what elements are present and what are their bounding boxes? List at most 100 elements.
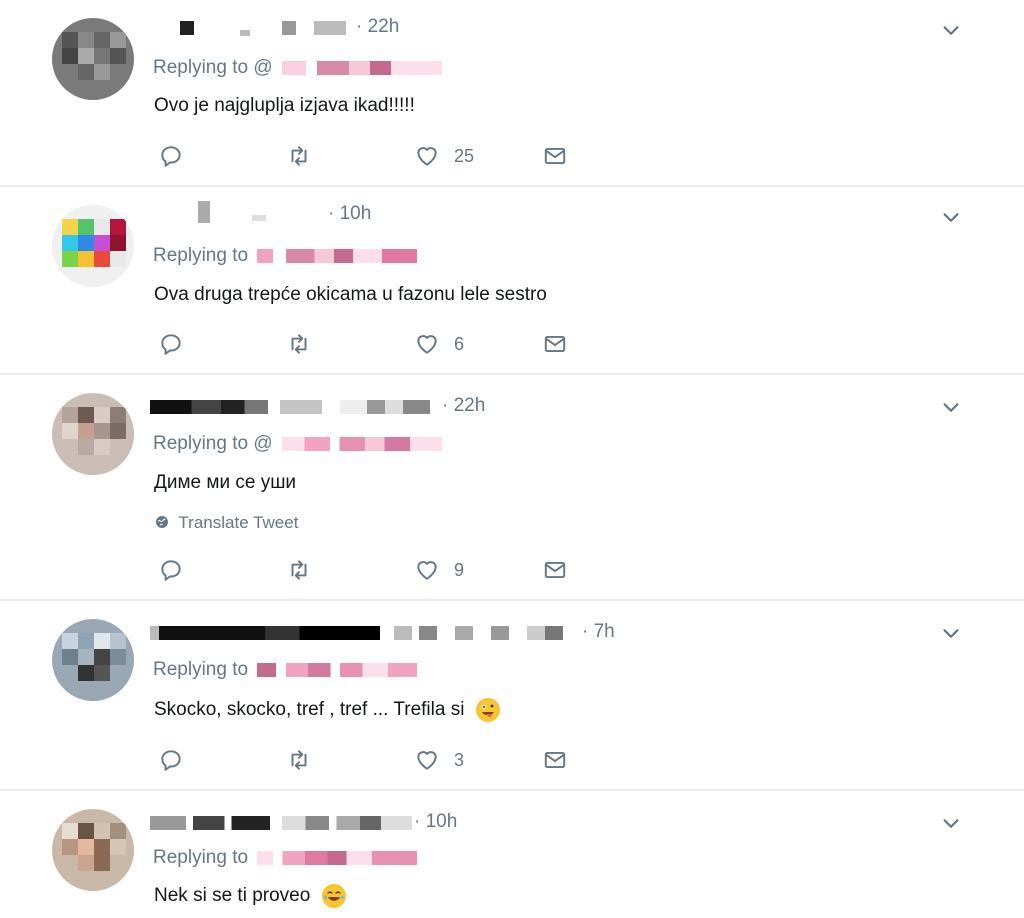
globe-icon xyxy=(156,516,168,528)
reply-handle-prefix[interactable]: @ xyxy=(253,57,272,78)
retweet-button[interactable] xyxy=(286,746,312,774)
message-button[interactable] xyxy=(542,142,568,170)
redacted-handle xyxy=(394,626,574,640)
reply-button[interactable] xyxy=(158,142,184,170)
replying-label: Replying to xyxy=(153,57,249,78)
tweet-header: · 22h xyxy=(150,395,510,417)
tweet-text: Диме ми се уши xyxy=(154,472,297,493)
redacted-name[interactable] xyxy=(180,21,194,35)
like-count: 25 xyxy=(454,145,475,166)
reply-handle-prefix[interactable]: @ xyxy=(253,433,272,454)
heart-icon xyxy=(417,147,437,166)
retweet-button[interactable] xyxy=(286,556,312,584)
like-button[interactable]: 25 xyxy=(414,142,474,170)
tears-of-joy-emoji-icon xyxy=(321,884,346,908)
replying-label: Replying to xyxy=(153,245,249,266)
redacted-handle xyxy=(340,400,430,414)
reply-button[interactable] xyxy=(158,746,184,774)
redacted-reply-handle[interactable] xyxy=(257,662,418,677)
replying-to: Replying to @ xyxy=(153,433,442,455)
reply-button[interactable] xyxy=(158,556,184,584)
avatar[interactable] xyxy=(52,205,134,287)
tweet[interactable]: · 22h Replying to @ Ovo je najgluplja iz… xyxy=(0,0,1024,185)
envelope-icon xyxy=(544,561,566,579)
replying-to: Replying to xyxy=(153,847,418,869)
redacted-reply-handle[interactable] xyxy=(257,248,418,263)
redacted-name[interactable] xyxy=(150,400,268,414)
redacted-name[interactable] xyxy=(150,626,380,640)
tweet-actions: 3 xyxy=(158,746,578,776)
retweet-button[interactable] xyxy=(286,142,312,170)
tweet-time[interactable]: · 22h xyxy=(442,395,485,417)
like-button[interactable]: 3 xyxy=(414,746,464,774)
tweet-text: Nek si se ti proveo xyxy=(154,884,346,908)
retweet-icon xyxy=(291,750,307,770)
redacted-handle xyxy=(252,215,266,221)
tweet-text: Skocko, skocko, tref , tref ... Trefila … xyxy=(154,698,500,722)
redacted-handle xyxy=(280,400,322,414)
tweet-actions: 6 xyxy=(158,330,578,360)
redacted-reply-handle[interactable] xyxy=(281,436,442,451)
like-button[interactable]: 6 xyxy=(414,330,464,358)
tweet[interactable]: · 22h Replying to @ Диме ми се уши Trans… xyxy=(0,375,1024,599)
heart-icon xyxy=(417,561,437,580)
replying-to: Replying to xyxy=(153,659,418,681)
tweet-time[interactable]: · 7h xyxy=(582,621,615,643)
reply-icon xyxy=(161,750,181,771)
tweet[interactable]: · 10h Replying to Ova druga trepće okica… xyxy=(0,187,1024,373)
retweet-button[interactable] xyxy=(286,330,312,358)
tweet-header: · 22h xyxy=(150,16,450,38)
retweet-icon xyxy=(291,334,307,354)
chevron-down-icon[interactable] xyxy=(940,397,962,419)
avatar[interactable] xyxy=(52,393,134,475)
translate-tweet-link[interactable]: Translate Tweet xyxy=(154,513,298,533)
replying-label: Replying to xyxy=(153,433,249,454)
zany-face-emoji-icon xyxy=(475,698,500,722)
tweet-header: · 10h xyxy=(150,201,410,225)
tweet-text-content: Nek si se ti proveo xyxy=(154,885,311,907)
chevron-down-icon[interactable] xyxy=(940,20,962,42)
avatar[interactable] xyxy=(52,619,134,701)
tweet-time[interactable]: · 10h xyxy=(328,203,371,225)
envelope-icon xyxy=(544,335,566,353)
retweet-icon xyxy=(291,146,307,166)
like-button[interactable]: 9 xyxy=(414,556,464,584)
message-button[interactable] xyxy=(542,746,568,774)
heart-icon xyxy=(417,335,437,354)
reply-button[interactable] xyxy=(158,330,184,358)
tweet-header: · 7h xyxy=(150,621,630,643)
chevron-down-icon[interactable] xyxy=(940,623,962,645)
tweet-text-content: Skocko, skocko, tref , tref ... Trefila … xyxy=(154,699,465,721)
envelope-icon xyxy=(544,751,566,769)
tweet[interactable]: · 7h Replying to Skocko, skocko, tref , … xyxy=(0,601,1024,789)
redacted-name[interactable] xyxy=(198,201,210,223)
avatar[interactable] xyxy=(52,809,134,891)
redacted-handle xyxy=(282,816,412,830)
tweet-header: · 10h xyxy=(150,811,490,833)
chevron-down-icon[interactable] xyxy=(940,813,962,835)
tweet-actions: 9 xyxy=(158,556,578,586)
redacted-reply-handle[interactable] xyxy=(281,60,442,75)
redacted-handle xyxy=(282,21,296,35)
retweet-icon xyxy=(291,560,307,580)
tweet-time[interactable]: · 22h xyxy=(356,16,399,38)
avatar[interactable] xyxy=(52,18,134,100)
like-count: 6 xyxy=(454,333,465,354)
translate-label: Translate Tweet xyxy=(178,513,299,532)
redacted-reply-handle[interactable] xyxy=(257,850,418,865)
heart-icon xyxy=(417,751,437,770)
reply-icon xyxy=(161,334,181,355)
redacted-name[interactable] xyxy=(150,816,270,830)
tweet-time[interactable]: · 10h xyxy=(414,811,457,833)
replying-to: Replying to xyxy=(153,245,418,267)
like-count: 9 xyxy=(454,559,465,580)
replying-label: Replying to xyxy=(153,659,249,680)
tweet-actions: 25 xyxy=(158,142,578,172)
tweet[interactable]: · 10h Replying to Nek si se ti proveo xyxy=(0,791,1024,918)
tweet-text: Ova druga trepće okicama u fazonu lele s… xyxy=(154,284,547,305)
replying-to: Replying to @ xyxy=(153,57,442,79)
message-button[interactable] xyxy=(542,330,568,358)
message-button[interactable] xyxy=(542,556,568,584)
chevron-down-icon[interactable] xyxy=(940,207,962,229)
redacted-handle xyxy=(314,21,346,35)
